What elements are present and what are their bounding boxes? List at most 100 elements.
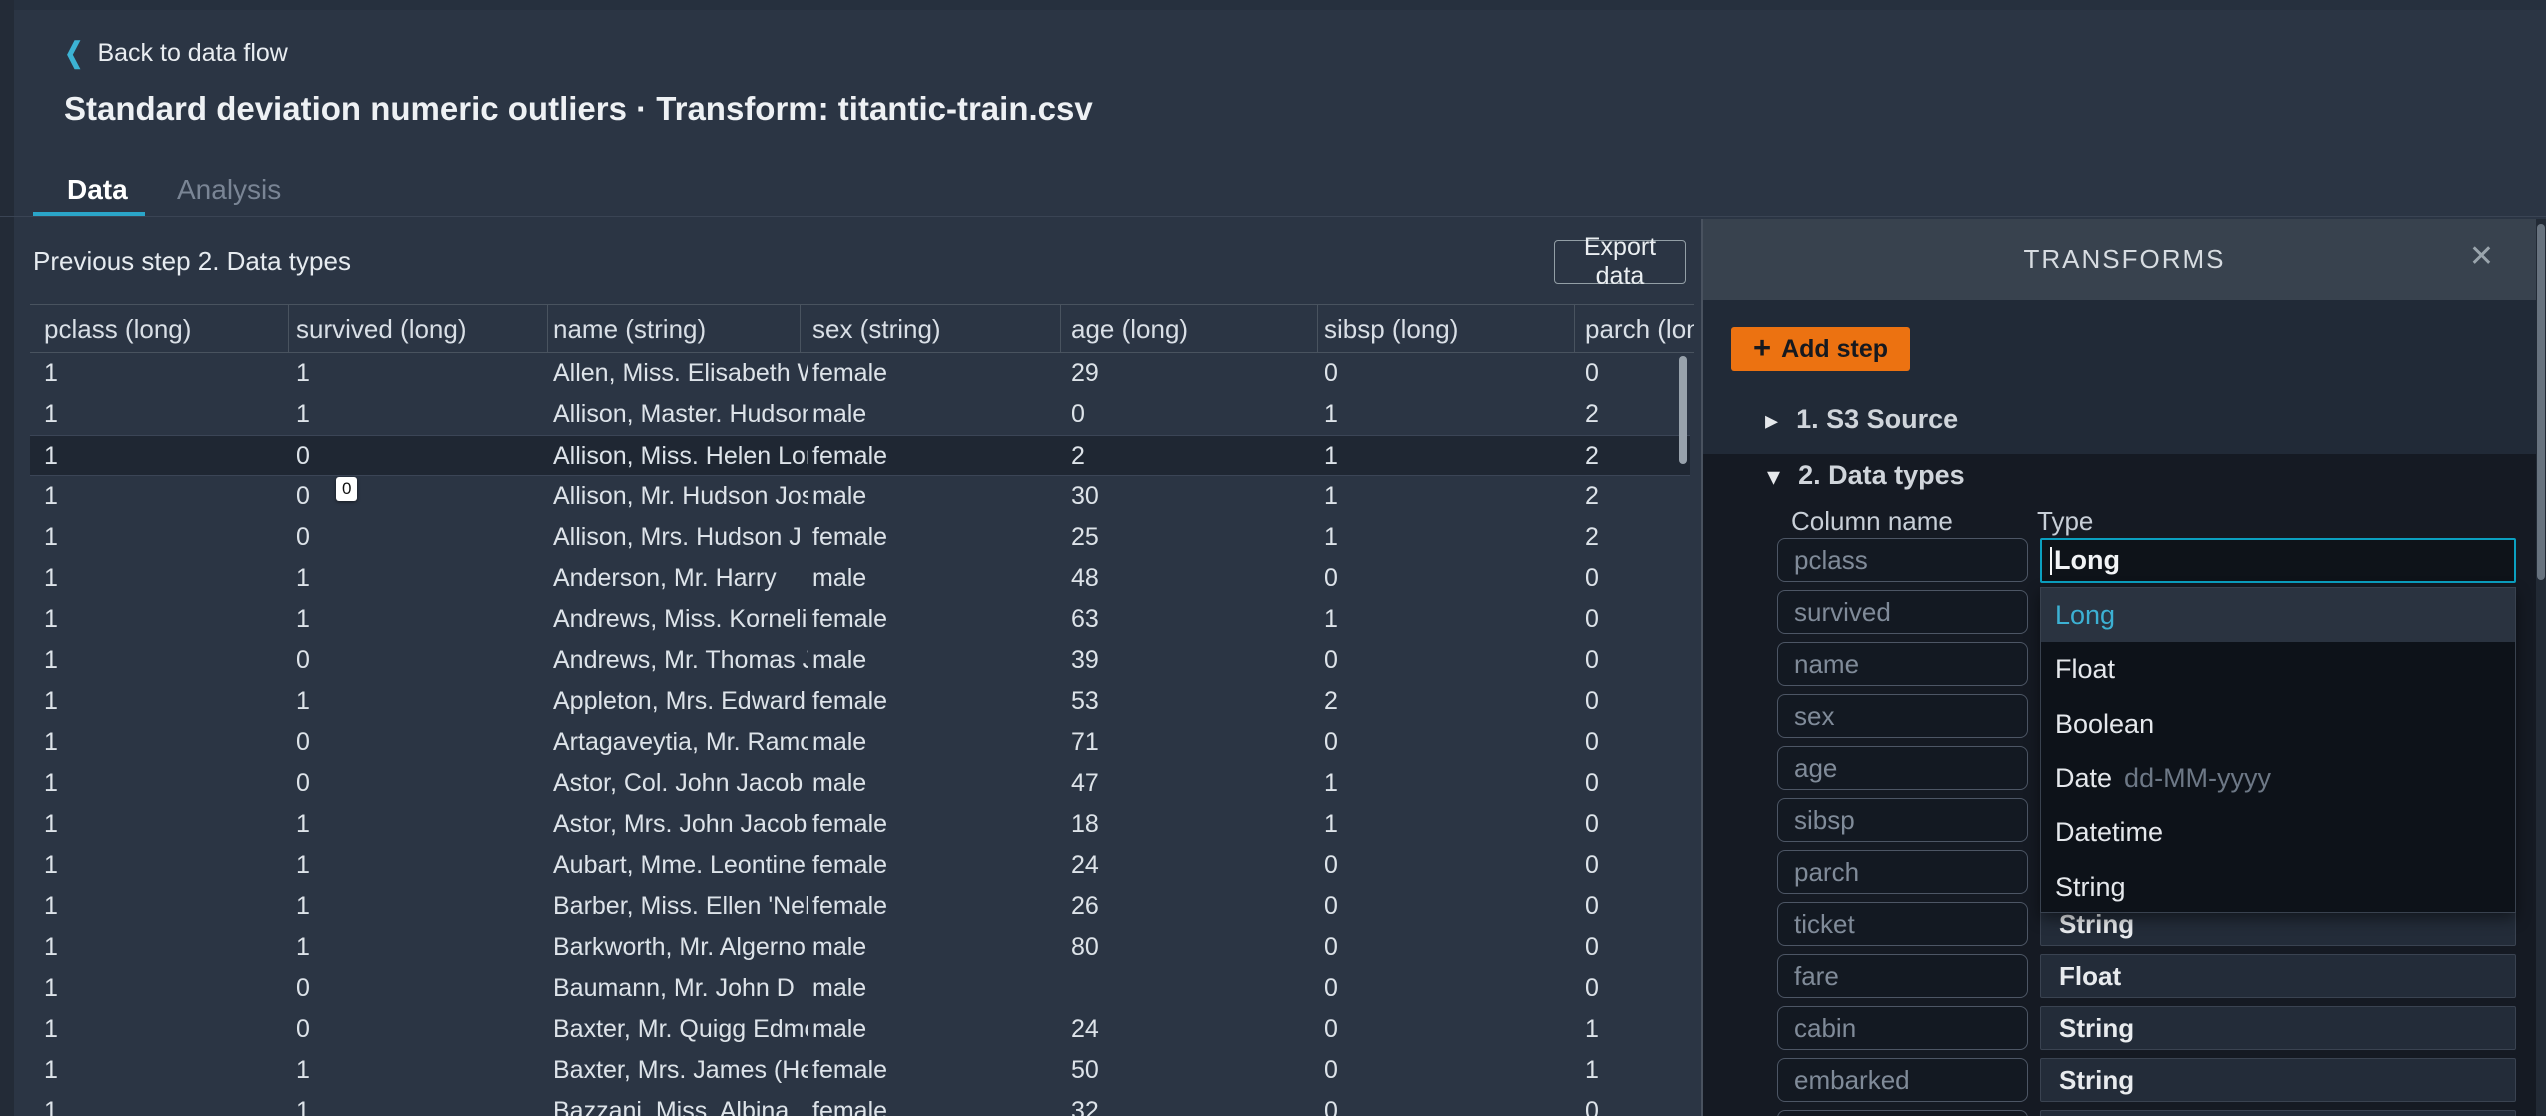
table-row[interactable]: 1 0 Baumann, Mr. John D male 0 0 <box>0 968 1694 1009</box>
cell: Baumann, Mr. John D <box>553 974 795 1002</box>
data-wrangler-window: ❮ Back to data flow Standard deviation n… <box>0 0 2546 1116</box>
cell: 25 <box>1071 523 1099 551</box>
dropdown-option-datetime[interactable]: Datetime <box>2041 805 2515 860</box>
cell: male <box>812 769 867 797</box>
cell: 0 <box>1324 359 1338 387</box>
dropdown-option-float[interactable]: Float <box>2041 642 2515 697</box>
table-scrollbar-thumb[interactable] <box>1679 356 1687 464</box>
type-dropdown: Long Float Boolean Date dd-MM-yyyy Datetime St… <box>2040 587 2516 913</box>
cell: Allen, Miss. Elisabeth W… <box>553 359 808 387</box>
table-row[interactable]: 1 0 Baxter, Mr. Quigg Edmo…male 24 0 1 <box>0 1009 1694 1050</box>
tab-data[interactable]: Data <box>67 174 128 206</box>
column-header-pclass[interactable]: pclass (long) <box>44 305 294 352</box>
table-row[interactable]: 1 0 Andrews, Mr. Thomas Jr male 39 0 0 <box>0 640 1694 681</box>
table-row[interactable]: 1 1 Aubart, Mme. Leontine …female 24 0 0 <box>0 845 1694 886</box>
column-header-sex[interactable]: sex (string) <box>812 305 1069 352</box>
cell: 0 <box>1585 892 1599 920</box>
type-combobox-pclass[interactable]: Long <box>2040 538 2516 583</box>
add-step-button[interactable]: + Add step <box>1731 327 1911 371</box>
table-row[interactable]: 1 1 Allison, Master. Hudson…male 0 1 2 <box>0 394 1694 435</box>
cell: male <box>812 1015 867 1043</box>
cell: 0 <box>1324 1097 1338 1116</box>
add-step-label: Add step <box>1781 334 1889 363</box>
type-select-next[interactable] <box>2040 1110 2516 1116</box>
type-combobox-value: Long <box>2054 545 2120 575</box>
table-row[interactable]: 1 1 Barber, Miss. Ellen 'Nellie'female 26 0 0 <box>0 886 1694 927</box>
column-name-input-fare[interactable]: fare <box>1777 954 2028 998</box>
cell: female <box>812 810 888 838</box>
column-header-age[interactable]: age (long) <box>1071 305 1322 352</box>
column-name-input-ticket[interactable]: ticket <box>1777 902 2028 946</box>
column-name-input-survived[interactable]: survived <box>1777 590 2028 634</box>
previous-step-label: Previous step 2. Data types <box>33 246 351 276</box>
table-row[interactable]: 1 1 Baxter, Mrs. James (Hel…female 50 0 1 <box>0 1050 1694 1091</box>
panel-scrollbar-thumb[interactable] <box>2537 224 2545 580</box>
table-row[interactable]: 1 0 Allison, Mrs. Hudson J C…female 25 1 2 <box>0 517 1694 558</box>
table-row[interactable]: 1 0 Artagaveytia, Mr. Ramon male 71 0 0 <box>0 722 1694 763</box>
column-header-survived[interactable]: survived (long) <box>296 305 551 352</box>
table-row[interactable]: 1 0 Astor, Col. John Jacob male 47 1 0 <box>0 763 1694 804</box>
table-row[interactable]: 1 1 Andrews, Miss. Kornelia…female 63 1 0 <box>0 599 1694 640</box>
dropdown-option-date[interactable]: Date dd-MM-yyyy <box>2041 751 2515 805</box>
cell: male <box>812 482 867 510</box>
cell: male <box>812 646 867 674</box>
tab-analysis[interactable]: Analysis <box>177 174 281 206</box>
cell: 1 <box>296 1097 310 1116</box>
export-data-button[interactable]: Export data <box>1554 233 1686 290</box>
column-header-name[interactable]: name (string) <box>553 305 808 352</box>
cell: Astor, Mrs. John Jacob (… <box>553 810 808 838</box>
column-name-input-parch[interactable]: parch <box>1777 850 2028 894</box>
column-header-sibsp[interactable]: sibsp (long) <box>1324 305 1583 352</box>
column-name-input-name[interactable]: name <box>1777 642 2028 686</box>
column-name-input-sex[interactable]: sex <box>1777 694 2028 738</box>
cell: 0 <box>1071 400 1085 428</box>
table-row[interactable]: 1 1 Appleton, Mrs. Edward …female 53 2 0 <box>0 681 1694 722</box>
cell: 1 <box>44 646 58 674</box>
cell: male <box>812 564 867 592</box>
cell: 2 <box>1585 400 1599 428</box>
cell: 0 <box>1585 851 1599 879</box>
cell: 39 <box>1071 646 1099 674</box>
table-row[interactable]: 1 0 Allison, Mr. Hudson Jos…male 30 1 2 <box>0 476 1694 517</box>
cell: 1 <box>296 359 310 387</box>
type-select-cabin[interactable]: String <box>2040 1006 2516 1050</box>
column-name-input-pclass[interactable]: pclass <box>1777 538 2028 582</box>
close-panel-icon[interactable]: ✕ <box>2469 242 2494 272</box>
cell: 0 <box>1324 933 1338 961</box>
table-row[interactable]: 1 0 Allison, Miss. Helen Lor…female 2 1 2 <box>30 435 1690 476</box>
table-row[interactable]: 1 1 Anderson, Mr. Harry male 48 0 0 <box>0 558 1694 599</box>
cell: 1 <box>296 892 310 920</box>
column-header-parch[interactable]: parch (long) <box>1585 305 1694 352</box>
cell: Allison, Mr. Hudson Jos… <box>553 482 808 510</box>
cell: 18 <box>1071 810 1099 838</box>
column-name-input-cabin[interactable]: cabin <box>1777 1006 2028 1050</box>
column-divider <box>288 305 289 352</box>
cell: female <box>812 523 888 551</box>
dropdown-option-boolean[interactable]: Boolean <box>2041 697 2515 751</box>
step-data-types[interactable]: ▾ 2. Data types <box>1767 460 1965 491</box>
table-header: pclass (long) survived (long) name (string… <box>30 304 1694 353</box>
step-s3-source[interactable]: ▸ 1. S3 Source <box>1765 404 1958 435</box>
table-row[interactable]: 1 1 Astor, Mrs. John Jacob (…female 18 1 0 <box>0 804 1694 845</box>
cell: 1 <box>1585 1015 1599 1043</box>
cell: 0 <box>1324 851 1338 879</box>
table-row[interactable]: 1 1 Bazzani, Miss. Albina female 32 0 0 <box>0 1091 1694 1116</box>
type-select-fare[interactable]: Float <box>2040 954 2516 998</box>
cell: 1 <box>44 564 58 592</box>
column-name-input-sibsp[interactable]: sibsp <box>1777 798 2028 842</box>
dropdown-option-long[interactable]: Long <box>2041 588 2515 642</box>
cell: 1 <box>296 564 310 592</box>
type-select-embarked[interactable]: String <box>2040 1058 2516 1102</box>
table-row[interactable]: 1 1 Allen, Miss. Elisabeth W…female 29 0 0 <box>0 353 1694 394</box>
cell: 2 <box>1324 687 1338 715</box>
column-name-input-age[interactable]: age <box>1777 746 2028 790</box>
cell: 48 <box>1071 564 1099 592</box>
dropdown-option-string[interactable]: String <box>2041 860 2515 912</box>
column-name-input-embarked[interactable]: embarked <box>1777 1058 2028 1102</box>
column-name-input-next[interactable] <box>1777 1110 2028 1116</box>
table-row[interactable]: 1 1 Barkworth, Mr. Algerno… male 80 0 0 <box>0 927 1694 968</box>
cell: 1 <box>1324 482 1338 510</box>
cell: Allison, Miss. Helen Lor… <box>553 442 808 470</box>
back-to-data-flow-link[interactable]: ❮ Back to data flow <box>62 36 288 70</box>
transforms-panel-title: TRANSFORMS <box>2023 244 2226 274</box>
